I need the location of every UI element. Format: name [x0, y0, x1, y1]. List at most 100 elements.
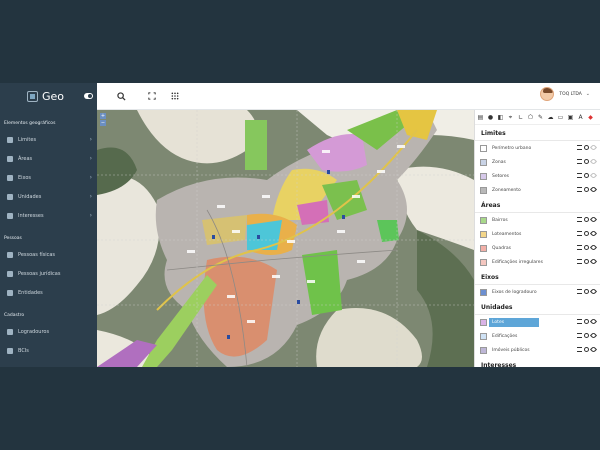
brand[interactable]: Geo: [0, 83, 97, 110]
layer-row[interactable]: Loteamentos: [475, 227, 600, 241]
visibility-eye-icon[interactable]: [589, 157, 598, 166]
refresh-icon[interactable]: [584, 347, 589, 352]
polygon-icon[interactable]: ⬠: [527, 114, 534, 121]
layer-row[interactable]: Setores: [475, 169, 600, 183]
visibility-eye-icon[interactable]: [589, 243, 598, 252]
layer-row[interactable]: Zonas: [475, 155, 600, 169]
draw-icon[interactable]: ✎: [537, 114, 544, 121]
apps-grid-icon[interactable]: [170, 92, 179, 101]
map-view[interactable]: + −: [97, 110, 474, 367]
fullscreen-icon[interactable]: [147, 92, 156, 101]
visibility-eye-icon[interactable]: [589, 257, 598, 266]
sidebar-item-eixos[interactable]: Eixos ›: [0, 168, 97, 187]
visibility-eye-icon[interactable]: [589, 215, 598, 224]
image-icon[interactable]: ▣: [567, 114, 574, 121]
search-icon[interactable]: [117, 92, 126, 101]
layer-swatch: [480, 332, 487, 340]
layer-row[interactable]: Edificações irregulares: [475, 255, 600, 269]
legend-icon[interactable]: [577, 145, 582, 150]
layer-actions: [577, 331, 598, 340]
layer-swatch: [480, 244, 487, 252]
sidebar-item-label: Pessoas jurídicas: [18, 270, 61, 277]
legend-icon[interactable]: [577, 159, 582, 164]
layer-row[interactable]: Lotes: [475, 315, 600, 329]
refresh-icon[interactable]: [584, 217, 589, 222]
refresh-icon[interactable]: [584, 259, 589, 264]
topbar: TOQ LTDA ⌄: [97, 83, 600, 110]
layer-row[interactable]: Imóveis públicos: [475, 343, 600, 357]
road-icon: [7, 328, 13, 335]
erase-icon[interactable]: ◆: [587, 114, 594, 121]
cloud-icon[interactable]: ☁: [547, 114, 554, 121]
section-title-pessoas: Pessoas: [4, 236, 22, 241]
layer-actions: [577, 317, 598, 326]
section-title-elementos: Elementos geográficos: [4, 121, 56, 126]
layer-label: Imóveis públicos: [492, 347, 530, 353]
select-icon[interactable]: ⌖: [507, 114, 514, 121]
refresh-icon[interactable]: [584, 289, 589, 294]
sidebar-item-areas[interactable]: Áreas ›: [0, 149, 97, 168]
list-icon: [7, 347, 13, 354]
measure-icon[interactable]: ∟: [517, 114, 524, 121]
refresh-icon[interactable]: [584, 145, 589, 150]
person-icon: [7, 251, 13, 258]
visibility-eye-icon[interactable]: [589, 229, 598, 238]
legend-icon[interactable]: [577, 333, 582, 338]
sidebar-item-pessoas-juridicas[interactable]: Pessoas jurídicas: [0, 264, 97, 283]
visibility-eye-icon[interactable]: [589, 185, 598, 194]
refresh-icon[interactable]: [584, 173, 589, 178]
legend-icon[interactable]: [577, 289, 582, 294]
legend-icon[interactable]: [577, 259, 582, 264]
chevron-right-icon: ›: [89, 212, 92, 219]
layer-row[interactable]: Eixos de logradouro: [475, 285, 600, 299]
sidebar-item-unidades[interactable]: Unidades ›: [0, 187, 97, 206]
sidebar-item-pessoas-fisicas[interactable]: Pessoas físicas: [0, 245, 97, 264]
legend-icon[interactable]: [577, 347, 582, 352]
layer-groups: Limites Perímetro urbano Zonas Setores Zonea…: [475, 125, 600, 367]
refresh-icon[interactable]: [584, 187, 589, 192]
layer-group-title: Áreas: [475, 197, 600, 213]
pin-icon: [7, 193, 13, 200]
layer-label: Bairros: [492, 217, 508, 223]
refresh-icon[interactable]: [584, 231, 589, 236]
sidebar-item-entidades[interactable]: Entidades: [0, 283, 97, 302]
refresh-icon[interactable]: [584, 333, 589, 338]
refresh-icon[interactable]: [584, 245, 589, 250]
info-icon[interactable]: ●: [487, 114, 494, 121]
legend-icon[interactable]: [577, 187, 582, 192]
sidebar-item-limites[interactable]: Limites ›: [0, 130, 97, 149]
visibility-eye-icon[interactable]: [589, 171, 598, 180]
visibility-eye-icon[interactable]: [589, 345, 598, 354]
layer-row[interactable]: Bairros: [475, 213, 600, 227]
sidebar-toggle-icon[interactable]: [84, 93, 93, 99]
legend-icon[interactable]: [577, 245, 582, 250]
layer-row[interactable]: Perímetro urbano: [475, 141, 600, 155]
visibility-eye-icon[interactable]: [589, 287, 598, 296]
layer-row[interactable]: Edificações: [475, 329, 600, 343]
sidebar-item-bcis[interactable]: BCIs: [0, 341, 97, 360]
layer-label: Edificações irregulares: [492, 259, 543, 265]
visibility-eye-icon[interactable]: [589, 143, 598, 152]
legend-icon[interactable]: [577, 231, 582, 236]
layer-swatch: [480, 158, 487, 166]
sidebar-item-logradouros[interactable]: Logradouros: [0, 322, 97, 341]
layer-row[interactable]: Zoneamento: [475, 183, 600, 197]
visibility-eye-icon[interactable]: [589, 317, 598, 326]
layer-row[interactable]: Quadras: [475, 241, 600, 255]
map-icon[interactable]: ▭: [557, 114, 564, 121]
legend-icon[interactable]: [577, 173, 582, 178]
legend-icon[interactable]: [577, 319, 582, 324]
sidebar: Geo Elementos geográficos Limites › Áreas…: [0, 83, 97, 367]
text-icon[interactable]: A: [577, 114, 584, 121]
legend-icon[interactable]: [577, 217, 582, 222]
sidebar-item-interesses[interactable]: Interesses ›: [0, 206, 97, 225]
visibility-eye-icon[interactable]: [589, 331, 598, 340]
print-icon[interactable]: ▤: [477, 114, 484, 121]
refresh-icon[interactable]: [584, 159, 589, 164]
refresh-icon[interactable]: [584, 319, 589, 324]
people-icon: [7, 270, 13, 277]
zoom-out-button[interactable]: −: [100, 120, 106, 126]
user-menu[interactable]: TOQ LTDA ⌄: [540, 87, 590, 101]
zoom-in-button[interactable]: +: [100, 113, 106, 119]
layers-icon[interactable]: ◧: [497, 114, 504, 121]
